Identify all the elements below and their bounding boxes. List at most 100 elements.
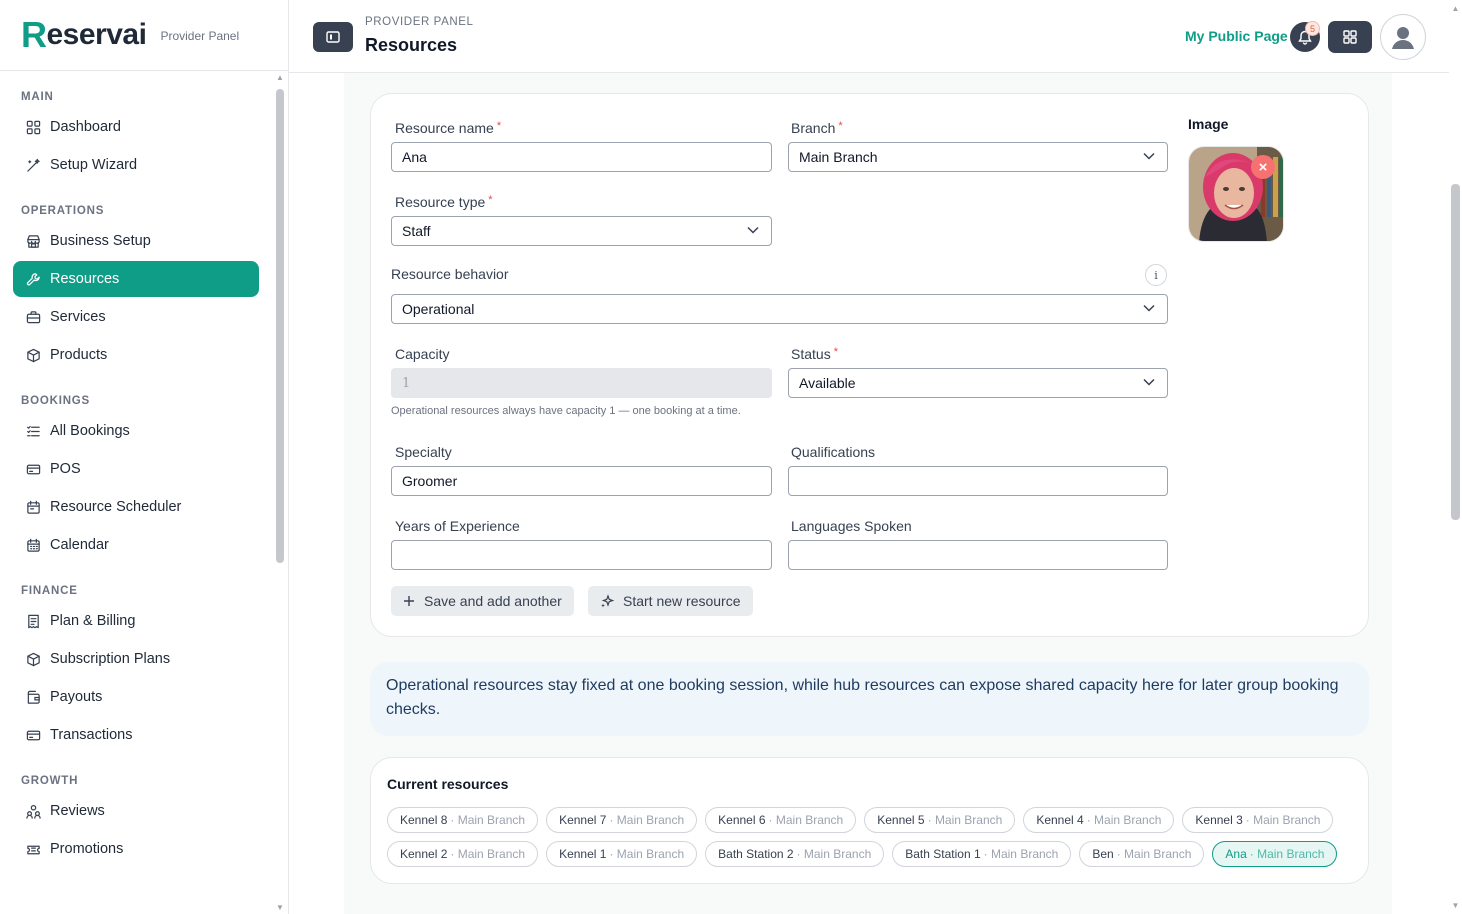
top-header: PROVIDER PANEL Resources My Public Page … — [289, 0, 1462, 73]
scroll-up-arrow[interactable]: ▲ — [275, 73, 285, 82]
logo[interactable]: Reservai — [21, 14, 147, 56]
remove-image-button[interactable]: × — [1251, 155, 1275, 179]
chevron-down-icon — [747, 226, 759, 234]
specialty-input[interactable]: Groomer — [391, 466, 772, 496]
sidebar-item-resource-scheduler[interactable]: Resource Scheduler — [13, 489, 259, 525]
resource-chip-name: Ben — [1092, 847, 1114, 861]
my-public-page-link[interactable]: My Public Page — [1185, 28, 1288, 44]
sidebar-item-dashboard[interactable]: Dashboard — [13, 109, 259, 145]
resource-chip-name: Kennel 8 — [400, 813, 448, 827]
nav-section-title: MAIN — [21, 91, 54, 103]
info-icon[interactable]: i — [1145, 264, 1167, 286]
sidebar-item-business-setup[interactable]: Business Setup — [13, 223, 259, 259]
sidebar-item-all-bookings[interactable]: All Bookings — [13, 413, 259, 449]
specialty-label: Specialty — [395, 444, 452, 460]
resource-name-input[interactable]: Ana — [391, 142, 772, 172]
sidebar-nav: MAIN Dashboard Setup Wizard OPERATIONS Busin… — [0, 71, 272, 914]
sidebar-item-label: Services — [50, 309, 106, 325]
store-icon — [25, 233, 41, 249]
resource-chip[interactable]: Kennel 7 · Main Branch — [546, 807, 698, 833]
box-icon — [25, 347, 41, 363]
resource-chip-name: Kennel 4 — [1036, 813, 1084, 827]
sidebar-scrollbar[interactable]: ▲ ▼ — [275, 71, 285, 914]
sidebar-toggle-button[interactable] — [313, 22, 353, 52]
resource-chip[interactable]: Kennel 4 · Main Branch — [1023, 807, 1175, 833]
save-and-add-another-label: Save and add another — [424, 593, 562, 609]
current-resources-card: Current resources Kennel 8 · Main Branch K… — [370, 757, 1369, 884]
page-scroll-down-arrow[interactable]: ▼ — [1449, 901, 1462, 910]
status-value: Available — [799, 375, 856, 391]
briefcase-icon — [25, 309, 41, 325]
sidebar-item-label: Promotions — [50, 841, 124, 857]
resource-chip[interactable]: Kennel 8 · Main Branch — [387, 807, 539, 833]
resource-behavior-select[interactable]: Operational — [391, 294, 1168, 324]
logo-text: eservai — [46, 18, 147, 51]
resource-chip-branch: · Main Branch — [609, 813, 685, 827]
sidebar-item-services[interactable]: Services — [13, 299, 259, 335]
sidebar-item-label: Plan & Billing — [50, 613, 136, 629]
resource-chip-branch: · Main Branch — [927, 813, 1003, 827]
resource-chip[interactable]: Ben · Main Branch — [1079, 841, 1205, 867]
resource-chip[interactable]: Bath Station 1 · Main Branch — [892, 841, 1072, 867]
resource-chip-name: Ana — [1225, 847, 1247, 861]
sidebar-item-products[interactable]: Products — [13, 337, 259, 373]
resource-chip-name: Kennel 7 — [559, 813, 607, 827]
sidebar-item-resources[interactable]: Resources — [13, 261, 259, 297]
resource-chip-branch: · Main Branch — [1086, 813, 1162, 827]
wand-icon — [25, 157, 41, 173]
required-mark: * — [488, 194, 493, 206]
resource-chip[interactable]: Kennel 5 · Main Branch — [864, 807, 1016, 833]
branch-select[interactable]: Main Branch — [788, 142, 1168, 172]
sidebar-item-label: Resources — [50, 271, 120, 287]
nav-section-title: OPERATIONS — [21, 205, 105, 217]
scroll-down-arrow[interactable]: ▼ — [275, 903, 285, 912]
resource-chip-name: Kennel 2 — [400, 847, 448, 861]
resource-form-card: Resource name * Ana Branch * Main Branch R… — [370, 93, 1369, 637]
sidebar-item-calendar[interactable]: Calendar — [13, 527, 259, 563]
resource-chip[interactable]: Kennel 6 · Main Branch — [705, 807, 857, 833]
sidebar-item-plan-billing[interactable]: Plan & Billing — [13, 603, 259, 639]
user-avatar[interactable] — [1380, 14, 1426, 60]
current-resources-title: Current resources — [387, 776, 509, 792]
sidebar-item-pos[interactable]: POS — [13, 451, 259, 487]
sidebar-item-reviews[interactable]: Reviews — [13, 793, 259, 829]
resource-chip[interactable]: Ana · Main Branch — [1212, 841, 1338, 867]
sidebar-item-label: Setup Wizard — [50, 157, 138, 173]
apps-button[interactable] — [1328, 21, 1372, 53]
resource-chip[interactable]: Kennel 3 · Main Branch — [1182, 807, 1334, 833]
save-and-add-another-button[interactable]: Save and add another — [391, 586, 574, 616]
box-icon — [25, 651, 41, 667]
info-note: Operational resources stay fixed at one … — [370, 662, 1369, 736]
qualifications-input[interactable] — [788, 466, 1168, 496]
resource-type-select[interactable]: Staff — [391, 216, 772, 246]
resource-chip-name: Kennel 5 — [877, 813, 925, 827]
start-new-resource-button[interactable]: Start new resource — [588, 586, 753, 616]
years-experience-input[interactable] — [391, 540, 772, 570]
grid-icon — [25, 119, 41, 135]
resource-chip[interactable]: Kennel 1 · Main Branch — [546, 841, 698, 867]
resource-chip[interactable]: Kennel 2 · Main Branch — [387, 841, 539, 867]
sidebar-item-promotions[interactable]: Promotions — [13, 831, 259, 867]
ticket-icon — [25, 841, 41, 857]
page-scroll-up-arrow[interactable]: ▲ — [1449, 4, 1462, 13]
wrench-icon — [25, 271, 41, 287]
years-experience-label: Years of Experience — [395, 518, 520, 534]
sidebar-item-setup-wizard[interactable]: Setup Wizard — [13, 147, 259, 183]
resource-chip-name: Kennel 6 — [718, 813, 766, 827]
card-icon — [25, 727, 41, 743]
status-select[interactable]: Available — [788, 368, 1168, 398]
brand: Reservai Provider Panel — [0, 0, 288, 71]
sidebar-item-label: Payouts — [50, 689, 103, 705]
page-scroll-thumb[interactable] — [1451, 184, 1460, 520]
resource-chip-branch: · Main Branch — [768, 813, 844, 827]
languages-input[interactable] — [788, 540, 1168, 570]
resource-chip-branch: · Main Branch — [450, 813, 526, 827]
resource-chip-branch: · Main Branch — [796, 847, 872, 861]
page-scrollbar[interactable]: ▲ ▼ — [1449, 0, 1462, 914]
sidebar-item-payouts[interactable]: Payouts — [13, 679, 259, 715]
list-icon — [25, 423, 41, 439]
sidebar-item-subscription-plans[interactable]: Subscription Plans — [13, 641, 259, 677]
sidebar-item-transactions[interactable]: Transactions — [13, 717, 259, 753]
resource-chip[interactable]: Bath Station 2 · Main Branch — [705, 841, 885, 867]
sidebar-scroll-thumb[interactable] — [276, 89, 284, 563]
